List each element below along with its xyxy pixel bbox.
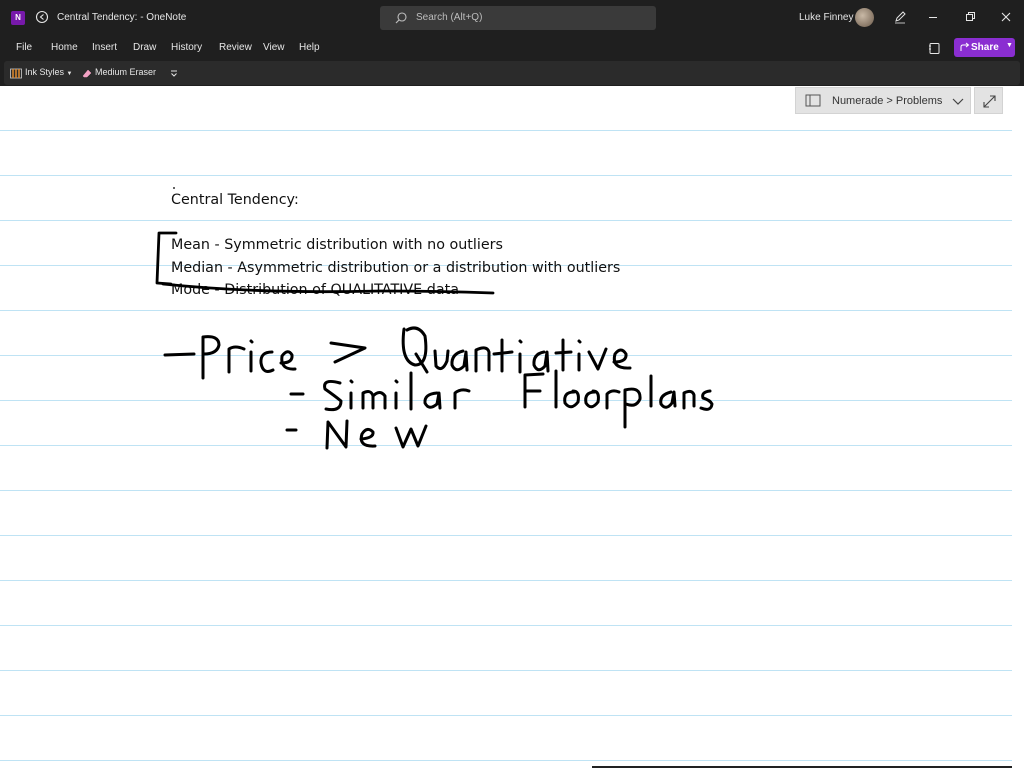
eraser-icon bbox=[80, 66, 94, 80]
tab-view[interactable]: View bbox=[263, 42, 285, 53]
tab-insert[interactable]: Insert bbox=[92, 42, 117, 53]
share-label: Share bbox=[971, 42, 999, 53]
note-page[interactable]: Numerade > Problems Central Tendency: Me… bbox=[0, 86, 1024, 768]
note-line-mode[interactable]: Mode - Distribution of QUALITATIVE data bbox=[171, 282, 459, 298]
tab-review[interactable]: Review bbox=[219, 42, 252, 53]
note-heading[interactable]: Central Tendency: bbox=[171, 192, 299, 208]
tab-file[interactable]: File bbox=[16, 42, 32, 53]
avatar[interactable] bbox=[855, 8, 874, 27]
scrollbar[interactable] bbox=[1012, 86, 1024, 768]
expand-button[interactable] bbox=[974, 87, 1003, 114]
chevron-down-icon: ▼ bbox=[1006, 42, 1013, 49]
search-input[interactable]: Search (Alt+Q) bbox=[380, 6, 656, 30]
toolbar-area: Ink Styles ▼ Medium Eraser bbox=[0, 60, 1024, 86]
pen-icon[interactable] bbox=[893, 10, 907, 24]
chevron-down-icon: ▼ bbox=[66, 71, 73, 77]
draw-toolbar: Ink Styles ▼ Medium Eraser bbox=[4, 61, 1020, 85]
search-placeholder: Search (Alt+Q) bbox=[416, 12, 483, 23]
tab-help[interactable]: Help bbox=[299, 42, 320, 53]
share-icon bbox=[960, 42, 970, 52]
minimize-icon[interactable] bbox=[926, 10, 940, 24]
chevron-down-icon bbox=[952, 96, 964, 106]
back-icon[interactable] bbox=[35, 10, 49, 24]
ink-styles-button[interactable]: Ink Styles ▼ bbox=[25, 67, 72, 77]
search-icon bbox=[394, 11, 408, 25]
ruled-lines bbox=[0, 86, 1012, 768]
close-icon[interactable] bbox=[999, 10, 1013, 24]
ink-styles-label: Ink Styles bbox=[25, 67, 65, 77]
restore-icon[interactable] bbox=[963, 10, 977, 24]
medium-eraser-button[interactable]: Medium Eraser bbox=[95, 67, 156, 77]
share-button[interactable]: Share ▼ bbox=[954, 38, 1015, 57]
note-line-median[interactable]: Median - Asymmetric distribution or a di… bbox=[171, 260, 620, 276]
expand-icon bbox=[983, 95, 996, 108]
window-title: Central Tendency: - OneNote bbox=[57, 12, 187, 23]
note-line-mean[interactable]: Mean - Symmetric distribution with no ou… bbox=[171, 237, 503, 253]
ribbon-tabs: File Home Insert Draw History Review Vie… bbox=[0, 36, 1024, 60]
cursor-dot bbox=[173, 187, 175, 189]
title-bar: N Central Tendency: - OneNote Search (Al… bbox=[0, 0, 1024, 36]
more-icon[interactable] bbox=[167, 66, 181, 80]
breadcrumb-text: Numerade > Problems bbox=[832, 95, 943, 107]
tab-home[interactable]: Home bbox=[51, 42, 78, 53]
section-icon bbox=[805, 94, 821, 107]
ink-styles-icon bbox=[9, 66, 23, 80]
user-name[interactable]: Luke Finney bbox=[799, 12, 853, 23]
tab-draw[interactable]: Draw bbox=[133, 42, 156, 53]
onenote-logo-icon: N bbox=[11, 11, 25, 25]
tab-history[interactable]: History bbox=[171, 42, 202, 53]
breadcrumb[interactable]: Numerade > Problems bbox=[795, 87, 971, 114]
notebook-icon[interactable] bbox=[927, 41, 941, 55]
